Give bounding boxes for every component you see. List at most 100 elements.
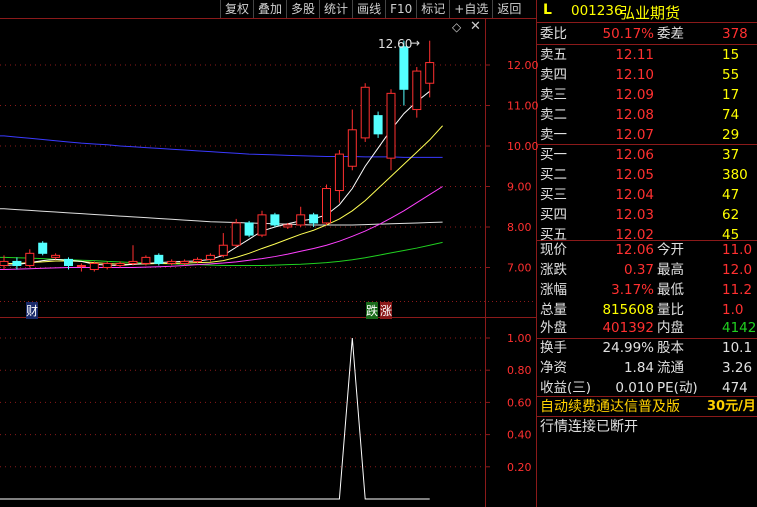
indicator-tick-label: 0.60	[507, 396, 532, 409]
quote-l1: 收益(三)	[540, 380, 592, 396]
indicator-tick-label: 1.00	[507, 332, 532, 345]
quote-l2: 今开	[657, 242, 684, 258]
quote-header: L 001236 弘业期货	[537, 0, 757, 23]
toolbar-button-8[interactable]: 返回	[492, 0, 525, 18]
quote-row: 现价 12.06 今开 11.0	[537, 240, 757, 260]
quote-l1: 卖五	[540, 47, 567, 63]
quote-row: 卖三 12.09 17	[537, 85, 757, 105]
quote-l2: 流通	[657, 360, 684, 376]
toolbar-button-4[interactable]: 画线	[352, 0, 385, 18]
toolbar-button-2[interactable]: 多股	[286, 0, 319, 18]
candle-body	[167, 260, 177, 264]
toolbar-button-1[interactable]: 叠加	[253, 0, 286, 18]
candle-body	[399, 46, 409, 90]
candle-body	[283, 224, 293, 228]
candle-body	[64, 258, 73, 266]
candle-body	[128, 260, 138, 264]
quote-v2: 37	[722, 147, 740, 163]
quote-v2: 10.1	[722, 340, 753, 356]
event-marker-zhang[interactable]: 涨	[380, 302, 393, 319]
high-arrow-icon: →	[410, 36, 421, 50]
quote-l1: 买四	[540, 207, 567, 223]
quote-l1: 现价	[540, 242, 567, 258]
quote-v1: 12.06	[615, 242, 654, 258]
candle-body	[0, 260, 9, 266]
toolbar-button-0[interactable]: 复权	[220, 0, 253, 18]
toolbar-button-5[interactable]: F10	[385, 0, 416, 18]
candle-body	[141, 256, 151, 264]
quote-v2: 1.0	[722, 302, 744, 318]
chart-close-icon[interactable]: ✕	[470, 19, 481, 34]
quote-row: 换手 24.99% 股本 10.1	[537, 338, 757, 358]
quote-l2: 股本	[657, 340, 684, 356]
quote-v1: 12.05	[615, 167, 654, 183]
quote-row: 买四 12.03 62	[537, 205, 757, 225]
candle-body	[89, 262, 99, 271]
quote-v1: 24.99%	[602, 340, 654, 356]
quote-row: 买二 12.05 380	[537, 165, 757, 185]
candle-body	[231, 222, 241, 246]
quote-row: 外盘 401392内盘 414217	[537, 318, 757, 338]
candle-body	[205, 254, 215, 260]
quote-v2: 17	[722, 87, 740, 103]
quote-v1: 50.17%	[602, 26, 654, 42]
price-tick-label: 12.00	[507, 59, 539, 72]
quote-row: 委比 50.17% 委差 378	[537, 24, 757, 44]
promo-banner[interactable]: 自动续费通达信普及版 30元/月	[537, 396, 757, 417]
ma20-line	[0, 186, 443, 271]
quote-v2: 47	[722, 187, 740, 203]
quote-row: 净资 1.84 流通 3.26	[537, 358, 757, 378]
quote-l1: 涨幅	[540, 282, 567, 298]
stock-code: 001236	[571, 3, 623, 19]
quote-v2: 378	[722, 26, 748, 42]
quote-v2: 380	[722, 167, 748, 183]
toolbar-button-3[interactable]: 统计	[319, 0, 352, 18]
status-line: 行情连接已断开	[537, 416, 757, 437]
indicator-line	[0, 337, 430, 500]
candle-body	[193, 258, 202, 262]
toolbar-button-7[interactable]: +自选	[449, 0, 492, 18]
quote-row: 卖五 12.11 15	[537, 45, 757, 65]
quote-l1: 换手	[540, 340, 567, 356]
diamond-icon[interactable]: ◇	[452, 20, 461, 34]
quote-v1: 3.17%	[611, 282, 654, 298]
quote-l1: 买二	[540, 167, 567, 183]
candle-body	[347, 129, 357, 167]
event-marker-die[interactable]: 跌	[366, 302, 379, 319]
candle-body	[360, 86, 370, 139]
quote-v2: 474	[722, 380, 748, 396]
candle-body	[218, 244, 228, 256]
quote-l1: 卖二	[540, 107, 567, 123]
indicator-tick-label: 0.20	[507, 461, 532, 474]
quote-v1: 12.03	[615, 207, 654, 223]
quote-v2: 55	[722, 67, 740, 83]
candle-body	[38, 242, 48, 254]
candle-body	[296, 214, 306, 226]
quote-v2: 29	[722, 127, 740, 143]
quote-row: 卖一 12.07 29	[537, 125, 757, 145]
candle-body	[425, 62, 435, 84]
quote-l2: PE(动)	[657, 380, 698, 396]
candle-body	[102, 262, 112, 269]
quote-v1: 12.04	[615, 187, 654, 203]
quote-v1: 12.10	[615, 67, 654, 83]
event-marker-cai[interactable]: 财	[26, 302, 39, 319]
quote-l1: 买一	[540, 147, 567, 163]
quote-l1: 卖三	[540, 87, 567, 103]
quote-row: 收益(三) 0.010 PE(动) 474	[537, 378, 757, 398]
candle-body	[322, 188, 331, 224]
quote-v1: 12.11	[615, 47, 654, 63]
connection-status: 行情连接已断开	[540, 419, 638, 435]
quote-v1: 0.37	[623, 262, 654, 278]
ma10-line	[0, 125, 443, 265]
quote-l2: 最高	[657, 262, 684, 278]
quote-l1: 委比	[540, 26, 567, 42]
candle-body	[154, 254, 164, 264]
toolbar-button-6[interactable]: 标记	[416, 0, 449, 18]
ma120-line	[0, 135, 443, 158]
quote-v1: 401392	[602, 320, 654, 336]
price-tick-label: 7.00	[507, 262, 532, 275]
candle-body	[244, 222, 254, 236]
quote-row: 卖四 12.10 55	[537, 65, 757, 85]
indicator-tick-label: 0.80	[507, 364, 532, 377]
